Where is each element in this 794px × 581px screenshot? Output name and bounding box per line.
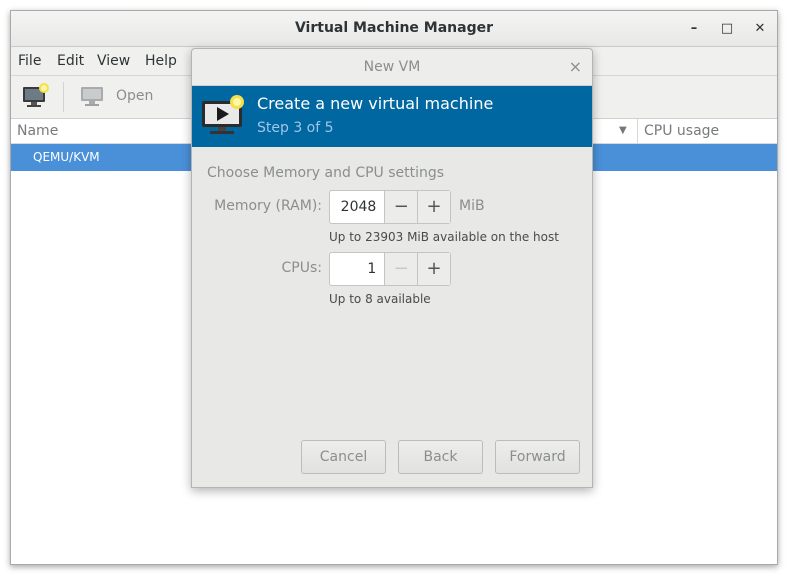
cpus-increment-button[interactable]: +	[417, 253, 450, 285]
column-name[interactable]: Name	[17, 123, 58, 139]
back-button[interactable]: Back	[398, 440, 483, 474]
cancel-button[interactable]: Cancel	[301, 440, 386, 474]
connection-name: QEMU/KVM	[33, 150, 100, 164]
dialog-title-bar[interactable]: New VM ×	[192, 49, 592, 86]
dialog-close-button[interactable]: ×	[569, 57, 582, 76]
dialog-title: New VM	[363, 59, 421, 75]
wizard-title: Create a new virtual machine	[257, 94, 494, 113]
minimize-button[interactable]: –	[685, 20, 703, 38]
forward-button[interactable]: Forward	[495, 440, 580, 474]
cpus-input[interactable]: 1	[330, 253, 384, 285]
column-divider	[637, 119, 638, 143]
sort-chevron-icon[interactable]: ▼	[619, 125, 627, 136]
menu-view[interactable]: View	[97, 53, 130, 69]
memory-input[interactable]: 2048	[330, 191, 384, 223]
menu-help[interactable]: Help	[145, 53, 177, 69]
cpus-stepper: 1 − +	[329, 252, 451, 286]
maximize-button[interactable]: □	[718, 20, 736, 38]
toolbar-separator	[63, 82, 64, 112]
new-vm-button[interactable]	[21, 82, 53, 112]
memory-label: Memory (RAM):	[214, 198, 322, 214]
cpus-label: CPUs:	[281, 260, 322, 276]
memory-increment-button[interactable]: +	[417, 191, 450, 223]
menu-edit[interactable]: Edit	[57, 53, 84, 69]
memory-decrement-button[interactable]: −	[384, 191, 418, 223]
wizard-step: Step 3 of 5	[257, 120, 334, 136]
memory-unit: MiB	[459, 198, 485, 214]
memory-stepper: 2048 − +	[329, 190, 451, 224]
window-title: Virtual Machine Manager	[294, 20, 494, 36]
new-vm-dialog: New VM × Create a new virtual machine St…	[191, 48, 593, 488]
open-label: Open	[116, 88, 154, 104]
wizard-header: Create a new virtual machine Step 3 of 5	[192, 86, 592, 147]
column-cpu-usage[interactable]: CPU usage	[644, 123, 719, 139]
menu-file[interactable]: File	[18, 53, 41, 69]
monitor-icon	[79, 84, 105, 108]
cpus-hint: Up to 8 available	[329, 292, 431, 306]
section-title: Choose Memory and CPU settings	[207, 165, 445, 181]
close-button[interactable]: ✕	[751, 20, 769, 38]
new-vm-icon	[200, 95, 248, 141]
memory-hint: Up to 23903 MiB available on the host	[329, 230, 559, 244]
open-button[interactable]: Open	[79, 82, 159, 112]
cpus-decrement-button[interactable]: −	[384, 253, 418, 285]
new-vm-icon	[21, 82, 53, 110]
title-bar[interactable]: Virtual Machine Manager – □ ✕	[11, 11, 777, 47]
